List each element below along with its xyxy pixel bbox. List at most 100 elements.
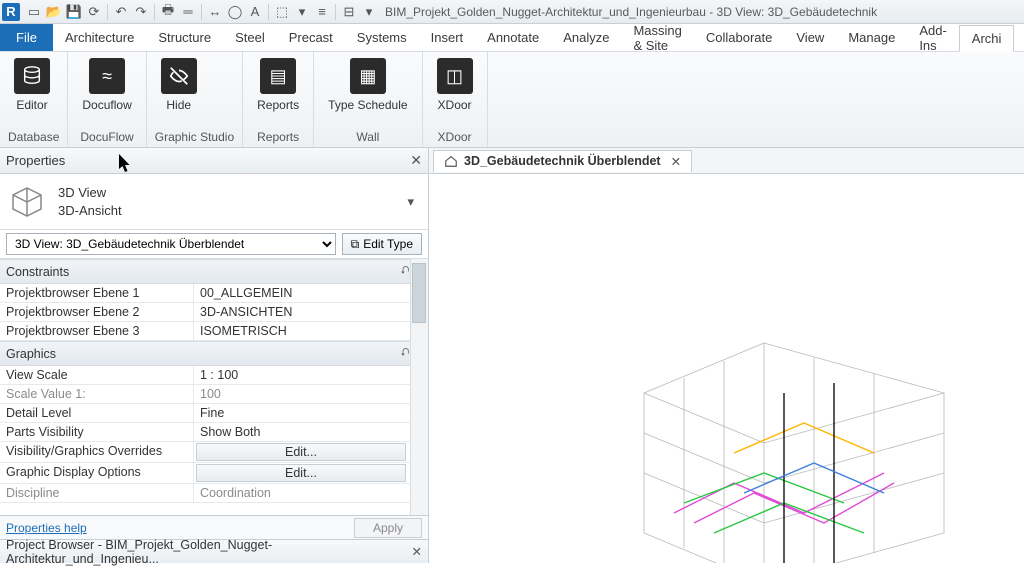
type-selector[interactable]: 3D View 3D-Ansicht ▾	[0, 174, 428, 230]
tab-manage[interactable]: Manage	[836, 24, 907, 51]
view-tab[interactable]: 3D_Gebäudetechnik Überblendet ✕	[433, 150, 692, 172]
left-column: Properties ✕ 3D View 3D-Ansicht ▾ 3D Vie…	[0, 148, 428, 563]
hide-icon	[161, 58, 197, 94]
property-edit-button[interactable]: Edit...	[196, 443, 406, 461]
editor-label: Editor	[16, 98, 47, 112]
qat-text-icon[interactable]: A	[245, 2, 265, 22]
type-name: 3D-Ansicht	[58, 202, 401, 220]
property-value[interactable]: 3D-ANSICHTEN	[194, 303, 428, 321]
property-row: Visibility/Graphics OverridesEdit...	[0, 442, 428, 463]
view-area: 3D_Gebäudetechnik Überblendet ✕	[428, 148, 1024, 563]
property-value[interactable]: 1 : 100	[194, 366, 428, 384]
type-dropdown-icon[interactable]: ▾	[401, 194, 420, 210]
hide-button[interactable]: Hide	[155, 56, 203, 114]
tab-file[interactable]: File	[0, 24, 53, 51]
type-schedule-button[interactable]: ▦ Type Schedule	[322, 56, 413, 114]
reports-label: Reports	[257, 98, 299, 112]
project-browser-header: Project Browser - BIM_Projekt_Golden_Nug…	[0, 539, 428, 563]
window-title: BIM_Projekt_Golden_Nugget-Architektur_un…	[385, 5, 877, 19]
properties-close-icon[interactable]: ✕	[410, 152, 422, 169]
tab-archi[interactable]: Archi	[959, 25, 1015, 52]
group-label-graphic-studio: Graphic Studio	[147, 128, 242, 147]
qat-dim-icon[interactable]: ↔	[205, 2, 225, 22]
tab-structure[interactable]: Structure	[146, 24, 223, 51]
qat-folder-icon[interactable]: 📂	[44, 2, 64, 22]
qat-measure-icon[interactable]: ═	[178, 2, 198, 22]
type-family: 3D View	[58, 184, 401, 202]
property-category[interactable]: Constraints⮏ ✕	[0, 259, 428, 284]
property-category[interactable]: Graphics⮏ ✕	[0, 341, 428, 366]
group-label-database: Database	[0, 128, 67, 147]
property-value[interactable]: 00_ALLGEMEIN	[194, 284, 428, 302]
property-name: Projektbrowser Ebene 1	[0, 284, 194, 302]
properties-help-link[interactable]: Properties help	[6, 521, 87, 535]
ribbon-group-xdoor: ◫ XDoor XDoor	[423, 52, 488, 147]
group-label-docuflow: DocuFlow	[68, 128, 145, 147]
view-tab-close-icon[interactable]: ✕	[671, 154, 681, 169]
tab-collaborate[interactable]: Collaborate	[694, 24, 785, 51]
qat-tag-icon[interactable]: ◯	[225, 2, 245, 22]
tab-addins[interactable]: Add-Ins	[907, 24, 958, 51]
property-value[interactable]: ISOMETRISCH	[194, 322, 428, 340]
qat-redo-icon[interactable]: ↷	[131, 2, 151, 22]
property-edit-button[interactable]: Edit...	[196, 464, 406, 482]
qat-print-icon[interactable]: 🖶	[158, 2, 178, 22]
property-name: Graphic Display Options	[0, 463, 194, 483]
database-icon	[14, 58, 50, 94]
property-value[interactable]: Coordination	[194, 484, 428, 502]
property-value[interactable]: 100	[194, 385, 428, 403]
ribbon-group-graphic-studio: Hide Graphic Studio	[147, 52, 243, 147]
project-browser-title: Project Browser - BIM_Projekt_Golden_Nug…	[6, 538, 412, 566]
qat-open-icon[interactable]: ▭	[24, 2, 44, 22]
quick-access-toolbar: R ▭ 📂 💾 ⟳ ↶ ↷ 🖶 ═ ↔ ◯ A ⬚ ▾ ≡ ⊟ ▾ BIM_Pr…	[0, 0, 1024, 24]
property-row: DisciplineCoordination	[0, 484, 428, 503]
property-name: Detail Level	[0, 404, 194, 422]
building-model	[584, 333, 1004, 563]
tab-systems[interactable]: Systems	[345, 24, 419, 51]
qat-undo-icon[interactable]: ↶	[111, 2, 131, 22]
property-row: Parts VisibilityShow Both	[0, 423, 428, 442]
tab-annotate[interactable]: Annotate	[475, 24, 551, 51]
group-label-xdoor: XDoor	[423, 128, 487, 147]
property-value[interactable]: Show Both	[194, 423, 428, 441]
properties-header: Properties ✕	[0, 148, 428, 174]
xdoor-button[interactable]: ◫ XDoor	[431, 56, 479, 114]
qat-sync-icon[interactable]: ⟳	[84, 2, 104, 22]
apply-button[interactable]: Apply	[354, 518, 422, 538]
reports-button[interactable]: ▤ Reports	[251, 56, 305, 114]
qat-save-icon[interactable]: 💾	[64, 2, 84, 22]
tab-architecture[interactable]: Architecture	[53, 24, 146, 51]
app-logo[interactable]: R	[2, 3, 20, 21]
reports-icon: ▤	[260, 58, 296, 94]
home-icon	[444, 154, 458, 168]
tab-prixt[interactable]: PrIxT	[1014, 24, 1024, 51]
instance-selector[interactable]: 3D View: 3D_Gebäudetechnik Überblendet	[6, 233, 336, 255]
qat-switch-icon[interactable]: ▾	[359, 2, 379, 22]
qat-section-icon[interactable]: ▾	[292, 2, 312, 22]
tab-precast[interactable]: Precast	[277, 24, 345, 51]
instance-row: 3D View: 3D_Gebäudetechnik Überblendet ⧉…	[0, 230, 428, 259]
tab-steel[interactable]: Steel	[223, 24, 277, 51]
property-name: Parts Visibility	[0, 423, 194, 441]
qat-close-icon[interactable]: ⊟	[339, 2, 359, 22]
tab-view[interactable]: View	[784, 24, 836, 51]
qat-thin-icon[interactable]: ≡	[312, 2, 332, 22]
door-icon: ◫	[437, 58, 473, 94]
tab-insert[interactable]: Insert	[419, 24, 476, 51]
tab-massing[interactable]: Massing & Site	[621, 24, 693, 51]
view-tabs: 3D_Gebäudetechnik Überblendet ✕	[429, 148, 1024, 174]
property-name: Projektbrowser Ebene 2	[0, 303, 194, 321]
property-row: Projektbrowser Ebene 23D-ANSICHTEN	[0, 303, 428, 322]
editor-button[interactable]: Editor	[8, 56, 56, 114]
view-tab-label: 3D_Gebäudetechnik Überblendet	[464, 154, 661, 168]
qat-3d-icon[interactable]: ⬚	[272, 2, 292, 22]
tab-analyze[interactable]: Analyze	[551, 24, 621, 51]
ribbon-group-wall: ▦ Type Schedule Wall	[314, 52, 422, 147]
project-browser-close-icon[interactable]: ✕	[412, 544, 422, 559]
properties-scrollbar[interactable]	[410, 259, 428, 515]
view-canvas[interactable]	[429, 174, 1024, 563]
docuflow-button[interactable]: ≈ Docuflow	[76, 56, 137, 114]
edit-type-button[interactable]: ⧉ Edit Type	[342, 233, 422, 255]
property-value[interactable]: Fine	[194, 404, 428, 422]
type-schedule-label: Type Schedule	[328, 98, 407, 112]
